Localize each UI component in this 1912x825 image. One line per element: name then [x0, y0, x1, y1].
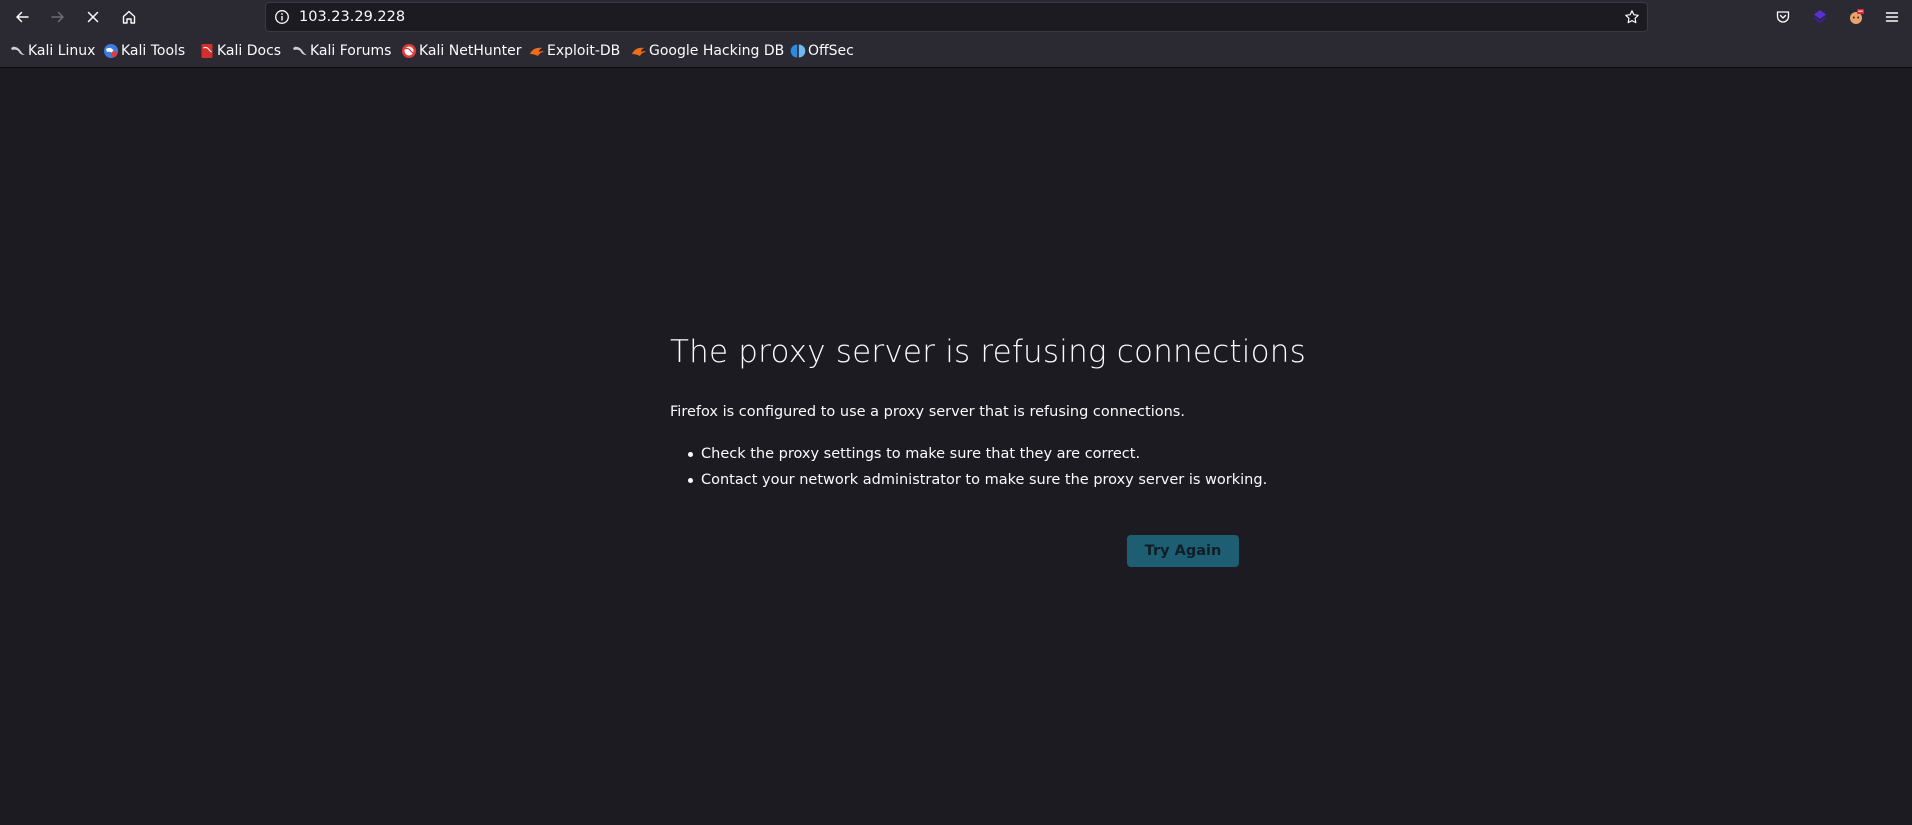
bookmark-kali-forums[interactable]: Kali Forums — [292, 34, 391, 68]
bookmark-label: Exploit-DB — [547, 43, 621, 59]
menu-button[interactable] — [1878, 3, 1906, 31]
forward-arrow-icon — [51, 11, 64, 23]
bookmark-label: Kali Tools — [121, 43, 186, 59]
bookmark-label: Kali Docs — [217, 43, 282, 59]
bookmark-label: OffSec — [808, 43, 854, 59]
bookmark-kali-docs[interactable]: Kali Docs — [199, 34, 281, 68]
browser-window: 103.23.29.228 Kali Linux Kali Tools Kali… — [0, 0, 1912, 825]
bookmark-kali-tools[interactable]: Kali Tools — [103, 34, 185, 68]
hamburger-menu-icon — [1885, 12, 1899, 22]
error-suggestions: Check the proxy settings to make sure th… — [670, 443, 1267, 495]
back-button[interactable] — [8, 3, 36, 31]
error-description: Firefox is configured to use a proxy ser… — [670, 404, 1185, 420]
bookmark-label: Google Hacking DB — [649, 43, 785, 59]
error-title: The proxy server is refusing connections — [670, 334, 1306, 370]
bookmark-exploit-db[interactable]: Exploit-DB — [529, 34, 620, 68]
bookmark-label: Kali NetHunter — [419, 43, 522, 59]
list-item: Check the proxy settings to make sure th… — [670, 443, 1267, 469]
stop-button[interactable] — [79, 3, 107, 31]
stop-loading-icon — [87, 11, 99, 23]
extension-button[interactable] — [1806, 3, 1834, 31]
bookmark-kali-nethunter[interactable]: Kali NetHunter — [401, 34, 521, 68]
pocket-button[interactable] — [1769, 3, 1797, 31]
bookmark-label: Kali Linux — [28, 43, 96, 59]
kali-docs-icon — [201, 44, 213, 58]
bookmark-offsec[interactable]: OffSec — [790, 34, 854, 68]
profile-extension-icon — [1850, 9, 1864, 24]
home-button[interactable] — [115, 3, 143, 31]
bookmark-star-icon[interactable] — [1624, 9, 1640, 25]
bookmark-kali-linux[interactable]: Kali Linux — [10, 34, 95, 68]
kali-tools-icon — [104, 44, 118, 58]
bookmarks-toolbar: Kali Linux Kali Tools Kali Docs Kali For… — [0, 34, 1912, 68]
exploit-db-icon — [632, 47, 646, 56]
forward-button[interactable] — [44, 3, 72, 31]
kali-dragon-icon — [293, 46, 307, 55]
exploit-db-icon — [530, 47, 544, 56]
pocket-icon — [1776, 11, 1790, 23]
bookmark-label: Kali Forums — [310, 43, 392, 59]
back-arrow-icon — [16, 11, 29, 23]
try-again-button[interactable]: Try Again — [1127, 535, 1239, 567]
url-text[interactable]: 103.23.29.228 — [299, 3, 405, 31]
offsec-icon — [790, 44, 806, 58]
url-bar[interactable]: 103.23.29.228 — [265, 2, 1648, 32]
kali-dragon-icon — [11, 46, 25, 55]
site-info-icon[interactable] — [274, 9, 290, 25]
nethunter-icon — [402, 44, 416, 58]
home-icon — [122, 10, 136, 24]
navigation-toolbar: 103.23.29.228 — [0, 0, 1912, 34]
bookmark-google-hacking-db[interactable]: Google Hacking DB — [631, 34, 784, 68]
error-page: The proxy server is refusing connections… — [0, 68, 1912, 825]
profile-extension-button[interactable] — [1842, 3, 1870, 31]
list-item: Contact your network administrator to ma… — [670, 469, 1267, 495]
extension-icon — [1813, 10, 1827, 24]
